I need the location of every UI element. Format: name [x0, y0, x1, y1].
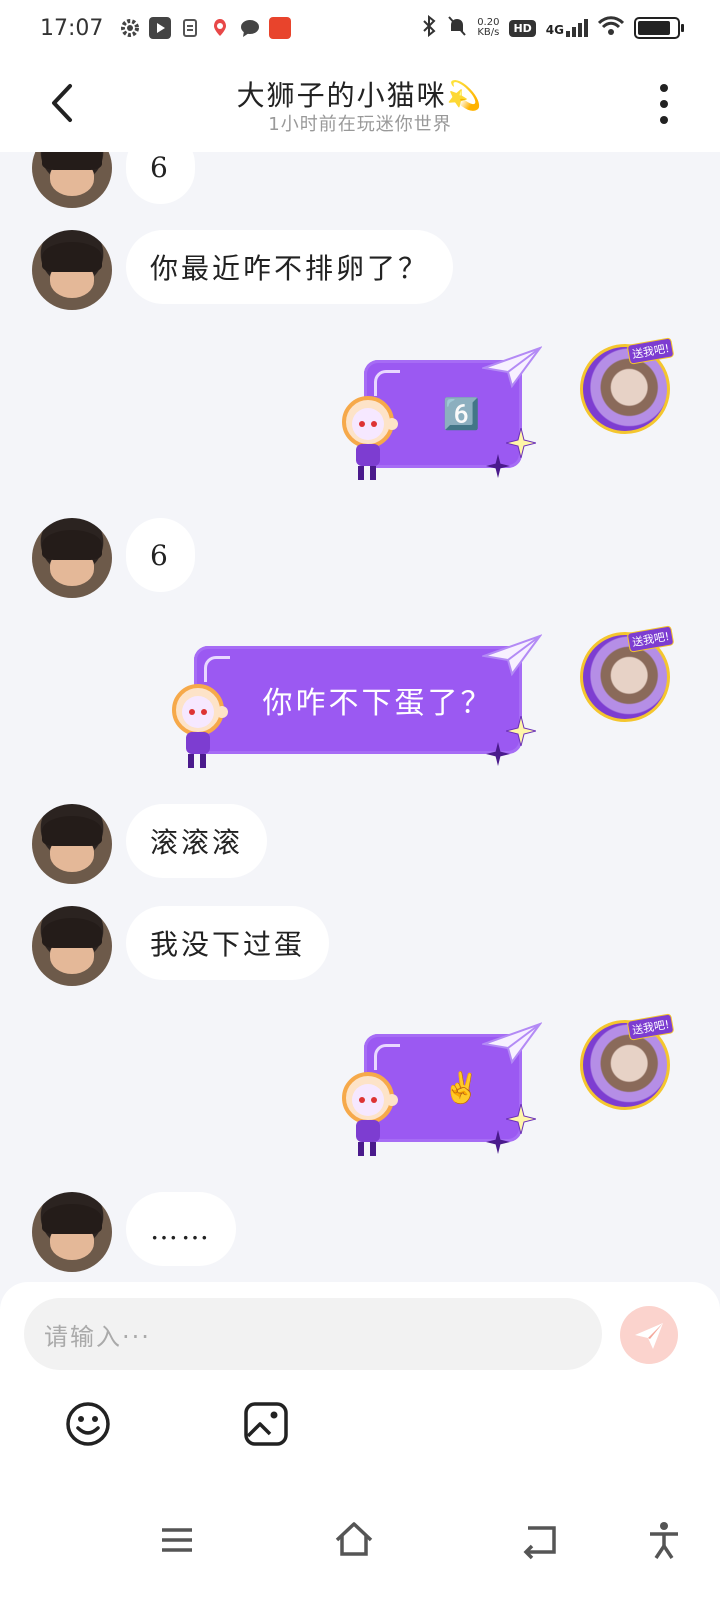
signal-bars-icon	[566, 19, 588, 37]
message-bubble[interactable]: 滚滚滚	[126, 804, 268, 878]
avatar-badge: 送我吧!	[626, 1013, 675, 1041]
send-button[interactable]	[620, 1306, 678, 1364]
avatar-badge: 送我吧!	[626, 625, 675, 653]
astronaut-sticker-icon	[342, 396, 398, 480]
menu-icon	[162, 1528, 192, 1552]
home-button[interactable]	[334, 1520, 374, 1560]
message-text: 你咋不下蛋了？	[262, 686, 494, 721]
back-nav-button[interactable]	[520, 1520, 560, 1560]
my-message-bubble[interactable]: 你咋不下蛋了？	[194, 646, 522, 754]
mute-bell-icon	[447, 15, 467, 41]
dot-icon	[660, 84, 668, 92]
sparkle-icon	[486, 742, 510, 766]
chat-bubble-icon	[239, 17, 261, 39]
image-button[interactable]	[242, 1400, 290, 1448]
contact-status: 1小时前在玩迷你世界	[268, 114, 452, 135]
app-notification-icon	[269, 17, 292, 39]
sparkle-icon	[506, 716, 536, 746]
status-right: 0.20 KB/s HD 4G	[421, 14, 684, 41]
dot-icon	[660, 116, 668, 124]
smiley-icon	[66, 1402, 110, 1446]
net-speed-unit: KB/s	[477, 27, 500, 38]
bubble-decoration	[374, 1044, 400, 1070]
status-bar: 17:07 0.20 KB/s HD 4G	[0, 0, 720, 56]
message-text: ✌️	[442, 1070, 484, 1106]
contact-avatar[interactable]	[32, 804, 112, 884]
notification-icons	[119, 17, 292, 39]
contact-avatar[interactable]	[32, 1192, 112, 1272]
bubble-decoration	[204, 656, 230, 682]
network-type: 4G	[545, 23, 564, 37]
contact-avatar[interactable]	[32, 152, 112, 208]
contact-avatar[interactable]	[32, 906, 112, 986]
accessibility-icon	[650, 1522, 678, 1559]
message-text: 6️⃣	[442, 396, 484, 432]
message-input[interactable]: 请输入···	[24, 1298, 602, 1370]
message-bubble[interactable]: 我没下过蛋	[126, 906, 330, 980]
message-list[interactable]: 6 你最近咋不排卵了？ 6️⃣ 送我吧! 6 你咋不下蛋了？ 送我吧! 滚滚滚 …	[0, 152, 720, 1310]
document-icon	[179, 17, 201, 39]
message-bubble[interactable]: ……	[126, 1192, 236, 1266]
dot-icon	[660, 100, 668, 108]
message-bubble[interactable]: 6	[126, 518, 195, 592]
my-avatar[interactable]: 送我吧!	[580, 337, 675, 434]
back-icon	[523, 1526, 556, 1560]
paper-plane-icon	[482, 1022, 542, 1065]
hd-badge: HD	[509, 19, 536, 37]
image-icon	[244, 1402, 288, 1446]
contact-name: 大狮子的小猫咪💫	[236, 79, 484, 112]
message-bubble[interactable]: 你最近咋不排卵了？	[126, 230, 454, 304]
system-nav-bar	[0, 1490, 720, 1600]
home-icon	[335, 1522, 373, 1556]
astronaut-sticker-icon	[342, 1072, 398, 1156]
sparkle-icon	[506, 428, 536, 458]
my-avatar[interactable]: 送我吧!	[580, 1013, 675, 1110]
battery-fill	[638, 21, 670, 35]
send-icon	[635, 1323, 663, 1349]
astronaut-sticker-icon	[172, 684, 228, 768]
gear-icon	[119, 17, 141, 39]
composer: 请输入···	[0, 1282, 720, 1490]
play-store-icon	[149, 17, 172, 39]
bluetooth-icon	[421, 14, 437, 41]
contact-avatar[interactable]	[32, 230, 112, 310]
sparkle-icon	[506, 1104, 536, 1134]
chat-header: 大狮子的小猫咪💫 1小时前在玩迷你世界	[0, 56, 720, 152]
more-options-button[interactable]	[652, 84, 676, 124]
status-time: 17:07	[40, 15, 104, 41]
paper-plane-icon	[482, 346, 542, 389]
net-speed: 0.20 KB/s	[477, 18, 499, 38]
accessibility-button[interactable]	[644, 1520, 684, 1560]
wifi-icon	[597, 16, 625, 40]
battery-icon	[634, 17, 684, 39]
my-avatar[interactable]: 送我吧!	[580, 625, 675, 722]
contact-avatar[interactable]	[32, 518, 112, 598]
avatar-badge: 送我吧!	[626, 337, 675, 365]
menu-button[interactable]	[158, 1520, 198, 1560]
paper-plane-icon	[482, 634, 542, 677]
location-pin-icon	[209, 17, 231, 39]
emoji-button[interactable]	[64, 1400, 112, 1448]
sparkle-icon	[486, 454, 510, 478]
sparkle-icon	[486, 1130, 510, 1154]
message-bubble[interactable]: 6	[126, 152, 195, 204]
cellular-signal: 4G	[546, 19, 588, 37]
bubble-decoration	[374, 370, 400, 396]
